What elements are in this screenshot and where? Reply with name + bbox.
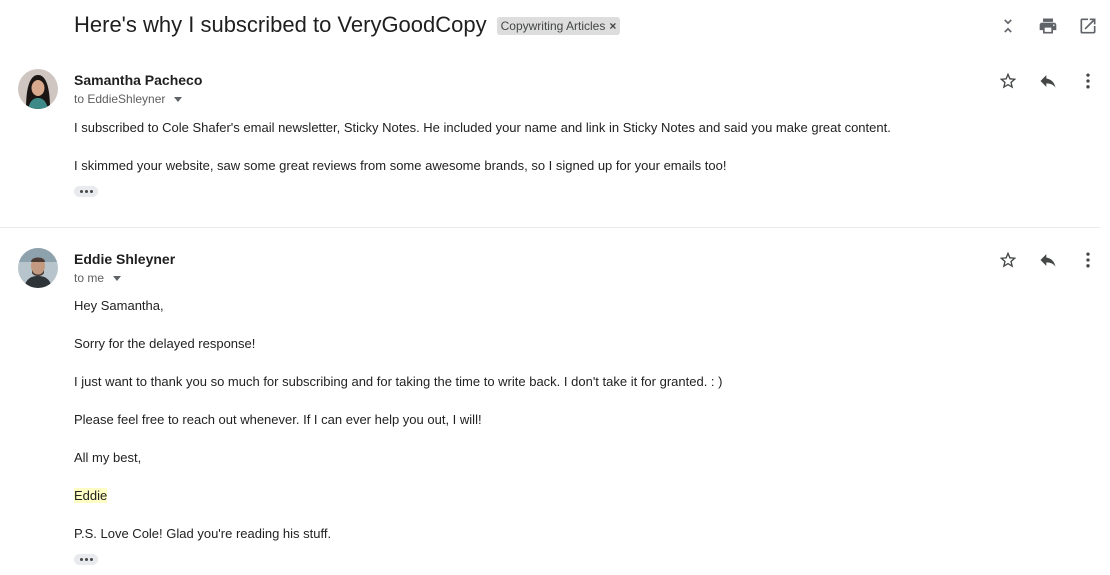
message-actions (996, 248, 1100, 272)
more-vert-icon[interactable] (1076, 69, 1100, 93)
message-actions (996, 69, 1100, 93)
chevron-down-icon[interactable] (174, 96, 183, 102)
more-vert-icon[interactable] (1076, 248, 1100, 272)
show-trimmed-content-button[interactable] (74, 186, 98, 197)
recipient-details[interactable]: to me (74, 271, 122, 285)
recipient-label: to EddieShleyner (74, 92, 166, 106)
recipient-details[interactable]: to EddieShleyner (74, 92, 183, 106)
remove-label-button[interactable]: × (609, 20, 616, 32)
dot (79, 558, 83, 561)
message-body-line: All my best, (74, 450, 142, 465)
highlighted-text: Eddie (74, 488, 108, 503)
sender-name[interactable]: Samantha Pacheco (74, 72, 202, 88)
reply-icon[interactable] (1036, 69, 1060, 93)
thread-toolbar (996, 14, 1100, 38)
message-2: Eddie Shleyner to me Hey Samantha, Sorry… (0, 245, 1110, 575)
avatar[interactable] (18, 69, 58, 109)
message-body-line: I just want to thank you so much for sub… (74, 374, 723, 389)
recipient-label: to me (74, 271, 105, 285)
sender-name[interactable]: Eddie Shleyner (74, 251, 175, 267)
collapse-all-icon[interactable] (996, 14, 1020, 38)
avatar[interactable] (18, 248, 58, 288)
label-chip-text: Copywriting Articles (500, 19, 606, 33)
dot (84, 190, 88, 193)
chevron-down-icon[interactable] (113, 275, 122, 281)
message-body-line: I subscribed to Cole Shafer's email news… (74, 120, 891, 135)
dot (84, 558, 88, 561)
email-subject: Here's why I subscribed to VeryGoodCopy (74, 12, 487, 37)
star-icon[interactable] (996, 69, 1020, 93)
message-body-line: I skimmed your website, saw some great r… (74, 158, 727, 173)
signature-name: Eddie (74, 488, 108, 503)
print-icon[interactable] (1036, 14, 1060, 38)
reply-icon[interactable] (1036, 248, 1060, 272)
message-body-line: Hey Samantha, (74, 298, 164, 313)
show-trimmed-content-button[interactable] (74, 554, 98, 565)
message-1: Samantha Pacheco to EddieShleyner I subs… (0, 66, 1110, 228)
message-body-line: Please feel free to reach out whenever. … (74, 412, 482, 427)
dot (89, 558, 93, 561)
message-divider (0, 227, 1100, 228)
message-body-line: P.S. Love Cole! Glad you're reading his … (74, 526, 332, 541)
label-chip[interactable]: Copywriting Articles × (496, 17, 621, 35)
star-icon[interactable] (996, 248, 1020, 272)
open-in-new-window-icon[interactable] (1076, 14, 1100, 38)
dot (89, 190, 93, 193)
dot (79, 190, 83, 193)
subject-row: Here's why I subscribed to VeryGoodCopy … (74, 12, 621, 38)
message-body-line: Sorry for the delayed response! (74, 336, 256, 351)
